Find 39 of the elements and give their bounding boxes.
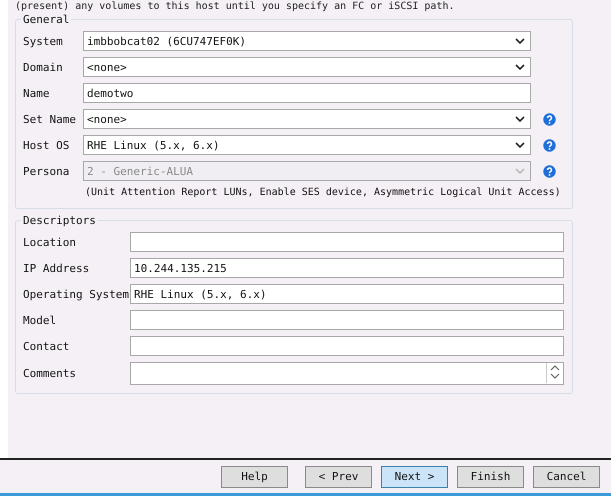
field-label: Host OS <box>23 138 70 152</box>
field-label: System <box>23 34 64 48</box>
field-label: Comments <box>23 366 77 380</box>
help-icon[interactable] <box>543 138 556 152</box>
field-label: Location <box>23 236 77 248</box>
comments-field[interactable] <box>130 362 564 384</box>
group-title: General <box>21 13 72 26</box>
dropdown[interactable]: RHE Linux (5.x, 6.x) <box>83 135 531 155</box>
field-label: Set Name <box>23 112 77 126</box>
chevron-icon <box>515 115 525 123</box>
intro-text: (present) any volumes to this host until you specify an FC or iSCSI path. <box>15 0 456 13</box>
chevron-icon <box>515 37 525 45</box>
input-field[interactable] <box>130 310 564 330</box>
input-field[interactable]: RHE Linux (5.x, 6.x) <box>130 284 564 304</box>
chevron-icon <box>515 63 525 71</box>
input-field[interactable] <box>130 232 564 252</box>
input-field[interactable]: demotwo <box>83 83 531 103</box>
wizard-button[interactable]: Cancel <box>533 466 600 488</box>
chevron-icon <box>515 141 525 149</box>
field-label: Name <box>23 86 50 100</box>
field-label: Persona <box>23 164 70 178</box>
wizard-button[interactable]: < Prev <box>305 466 372 488</box>
help-icon[interactable] <box>543 112 556 126</box>
wizard-button[interactable]: Finish <box>457 466 524 488</box>
dropdown[interactable]: <none> <box>83 57 531 77</box>
input-field[interactable] <box>130 336 564 356</box>
input-field[interactable]: 10.244.135.215 <box>130 258 564 278</box>
persona-note: (Unit Attention Report LUNs, Enable SES device, Asymmetric Logical Unit Access) <box>85 186 561 200</box>
field-label: IP Address <box>23 262 90 274</box>
chevron-icon <box>515 167 525 175</box>
field-label: Domain <box>23 60 64 74</box>
field-label: Model <box>23 314 58 326</box>
field-label: Contact <box>23 340 70 352</box>
group-title: Descriptors <box>21 214 98 227</box>
dropdown[interactable]: imbbobcat02 (6CU747EF0K) <box>83 31 531 51</box>
wizard-button[interactable]: Help <box>221 466 288 488</box>
field-label: Operating System <box>23 288 130 300</box>
wizard-button[interactable]: Next > <box>381 466 448 488</box>
dropdown[interactable]: <none> <box>83 109 531 129</box>
